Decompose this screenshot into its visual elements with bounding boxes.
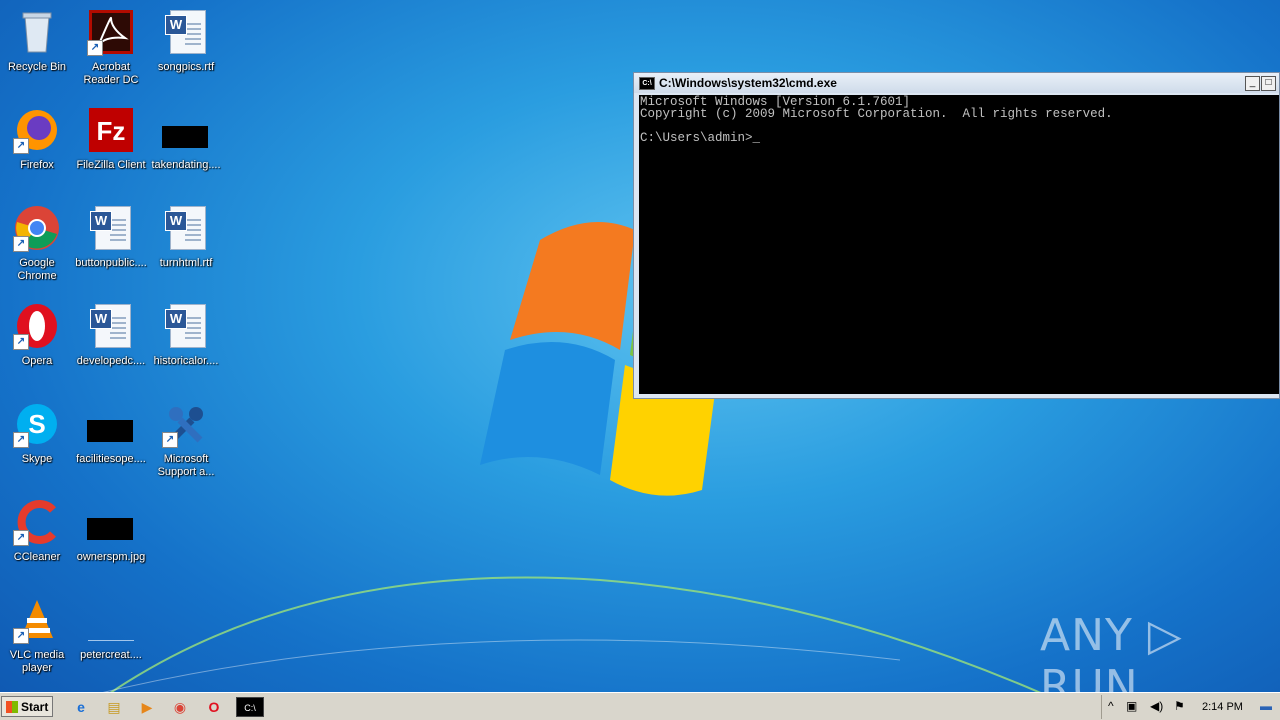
cmd-icon: C:\ <box>639 76 655 90</box>
opera-icon: ↗ <box>13 302 61 350</box>
start-label: Start <box>21 700 49 714</box>
windows-flag-icon <box>6 701 18 713</box>
tray-chevron-icon[interactable]: ^ <box>1108 699 1114 713</box>
minimize-button[interactable]: _ <box>1245 76 1260 91</box>
recycle-bin-icon <box>13 8 61 56</box>
icon-label: Opera <box>21 355 53 367</box>
acrobat-icon: ↗ <box>87 8 135 56</box>
explorer-icon[interactable]: ▤ <box>103 697 125 717</box>
word-doc-icon: W <box>87 302 135 350</box>
cmd-title: C:\Windows\system32\cmd.exe <box>659 76 837 90</box>
media-player-icon[interactable]: ▶ <box>136 697 158 717</box>
desktop-icon-ownerspm[interactable]: ownerspm.jpg <box>74 494 148 586</box>
desktop-icon-developedc[interactable]: W developedc.... <box>74 298 148 390</box>
word-doc-icon: W <box>162 302 210 350</box>
icon-label: songpics.rtf <box>157 61 215 73</box>
cmd-taskbar-button[interactable]: C:\ <box>236 697 264 717</box>
clock[interactable]: 2:14 PM <box>1202 701 1243 713</box>
desktop-icon-firefox[interactable]: ↗ Firefox <box>0 102 74 194</box>
desktop-icon-vlc[interactable]: ↗ VLC media player <box>0 592 74 684</box>
desktop-icon-filezilla[interactable]: Fz FileZilla Client <box>74 102 148 194</box>
opera-icon[interactable]: O <box>203 697 225 717</box>
redacted-icon <box>87 400 135 448</box>
shortcut-arrow-icon: ↗ <box>13 236 29 252</box>
cmd-window[interactable]: C:\ C:\Windows\system32\cmd.exe _ □ Micr… <box>633 72 1280 399</box>
word-doc-icon: W <box>162 204 210 252</box>
icon-label: Google Chrome <box>17 257 57 282</box>
filezilla-icon: Fz <box>87 106 135 154</box>
icon-label: historicalor.... <box>153 355 219 367</box>
show-desktop-icon[interactable]: ▬ <box>1260 699 1272 713</box>
icon-label: takendating.... <box>151 159 221 171</box>
shortcut-arrow-icon: ↗ <box>13 530 29 546</box>
word-doc-icon: W <box>87 204 135 252</box>
desktop-icon-microsoft-support[interactable]: ↗ Microsoft Support a... <box>149 396 223 488</box>
desktop-icon-petercreat[interactable]: petercreat.... <box>74 592 148 684</box>
shortcut-arrow-icon: ↗ <box>13 334 29 350</box>
icon-label: Acrobat Reader DC <box>83 61 139 86</box>
desktop-icon-turnhtml[interactable]: W turnhtml.rtf <box>149 200 223 292</box>
svg-text:S: S <box>28 409 45 439</box>
desktop-icon-opera[interactable]: ↗ Opera <box>0 298 74 390</box>
icon-label: buttonpublic.... <box>75 257 147 269</box>
cmd-console-output[interactable]: Microsoft Windows [Version 6.1.7601] Cop… <box>639 95 1279 394</box>
desktop-icon-takendating[interactable]: takendating.... <box>149 102 223 194</box>
desktop-icon-ccleaner[interactable]: ↗ CCleaner <box>0 494 74 586</box>
icon-label: Recycle Bin <box>7 61 67 73</box>
icon-label: FileZilla Client <box>76 159 146 171</box>
icon-label: petercreat.... <box>80 649 142 661</box>
icon-label: developedc.... <box>76 355 146 367</box>
icon-label: turnhtml.rtf <box>159 257 213 269</box>
icon-label: ownerspm.jpg <box>76 551 146 563</box>
firefox-icon: ↗ <box>13 106 61 154</box>
vlc-icon: ↗ <box>13 596 61 644</box>
icon-label: VLC media player <box>9 649 65 674</box>
desktop-icon-acrobat[interactable]: ↗ Acrobat Reader DC <box>74 4 148 96</box>
desktop-icon-songpics[interactable]: W songpics.rtf <box>149 4 223 96</box>
shortcut-arrow-icon: ↗ <box>13 138 29 154</box>
shortcut-arrow-icon: ↗ <box>13 628 29 644</box>
desktop-icon-recycle-bin[interactable]: Recycle Bin <box>0 4 74 96</box>
desktop-icon-buttonpublic[interactable]: W buttonpublic.... <box>74 200 148 292</box>
cmd-titlebar[interactable]: C:\ C:\Windows\system32\cmd.exe <box>634 73 1279 93</box>
desktop-icon-chrome[interactable]: ↗ Google Chrome <box>0 200 74 292</box>
icon-label: facilitiesope.... <box>76 453 146 465</box>
skype-icon: S ↗ <box>13 400 61 448</box>
shortcut-arrow-icon: ↗ <box>13 432 29 448</box>
word-doc-icon: W <box>162 8 210 56</box>
svg-text:Fz: Fz <box>97 116 126 146</box>
icon-label: Microsoft Support a... <box>157 453 215 478</box>
volume-icon[interactable]: ◀) <box>1150 699 1163 713</box>
maximize-button[interactable]: □ <box>1261 76 1276 91</box>
icon-label: CCleaner <box>13 551 61 563</box>
chrome-icon: ↗ <box>13 204 61 252</box>
taskbar: Start e ▤ ▶ ◉ O C:\ ^ ▣ ◀) ⚑ 2:14 PM ▬ <box>0 692 1280 720</box>
start-button[interactable]: Start <box>1 696 53 717</box>
icon-label: Firefox <box>20 159 54 171</box>
chrome-icon[interactable]: ◉ <box>169 697 191 717</box>
desktop: Recycle Bin ↗ Firefox ↗ Google Chrome ↗ … <box>0 0 1280 692</box>
icon-label: Skype <box>21 453 53 465</box>
tools-icon: ↗ <box>162 400 210 448</box>
desktop-icon-facilitiesope[interactable]: facilitiesope.... <box>74 396 148 488</box>
system-tray: ^ ▣ ◀) ⚑ 2:14 PM ▬ <box>1101 695 1280 719</box>
action-center-flag-icon[interactable]: ⚑ <box>1174 699 1185 713</box>
redacted-icon <box>87 498 135 546</box>
shortcut-arrow-icon: ↗ <box>87 40 103 56</box>
blank-file-icon <box>87 596 135 644</box>
ccleaner-icon: ↗ <box>13 498 61 546</box>
shortcut-arrow-icon: ↗ <box>162 432 178 448</box>
anyrun-watermark: ANY ▷ RUN <box>1040 610 1183 692</box>
network-icon[interactable]: ▣ <box>1126 699 1137 713</box>
desktop-icon-skype[interactable]: S ↗ Skype <box>0 396 74 488</box>
desktop-icon-historicalor[interactable]: W historicalor.... <box>149 298 223 390</box>
ie-icon[interactable]: e <box>70 697 92 717</box>
redacted-icon <box>162 106 210 154</box>
